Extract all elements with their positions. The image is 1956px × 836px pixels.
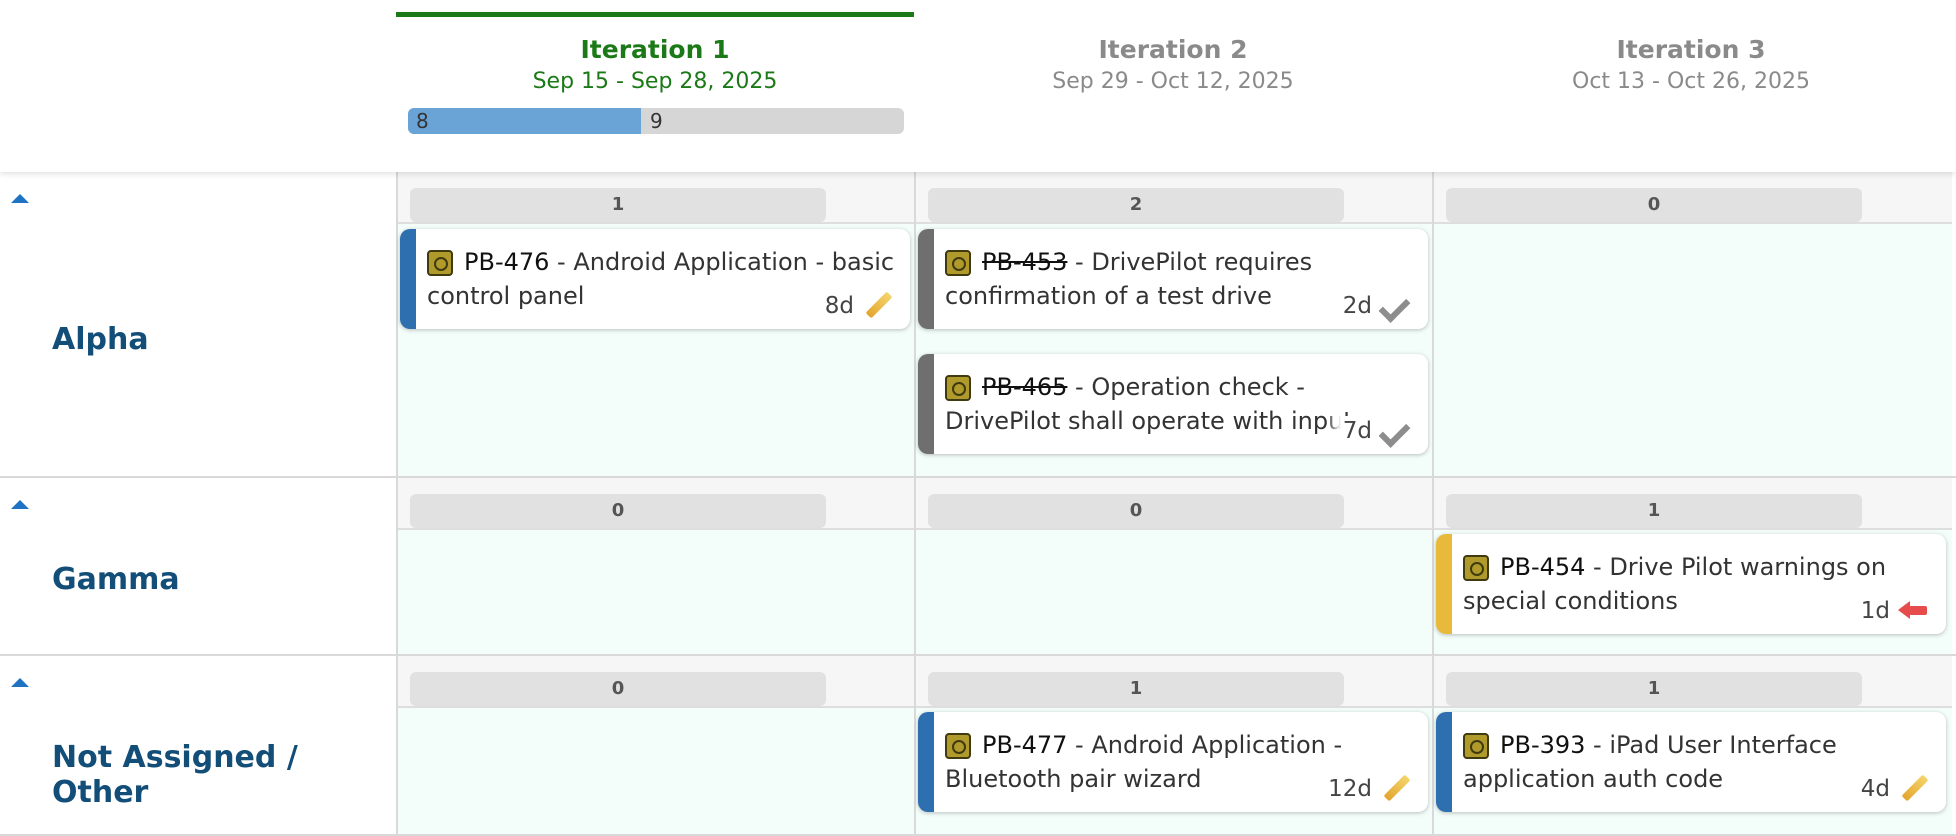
iteration-1-column-header[interactable]: Iteration 1 Sep 15 - Sep 28, 2025 8 9 — [396, 0, 914, 172]
backlog-item-card[interactable]: PB-465 - Operation check - DrivePilot sha… — [918, 354, 1428, 454]
estimate: 12d — [1328, 776, 1372, 802]
backlog-item-card[interactable]: PB-453 - DrivePilot requires confirmation… — [918, 229, 1428, 329]
estimate: 4d — [1860, 776, 1890, 802]
iteration-title: Iteration 1 — [580, 35, 730, 64]
check-icon — [1380, 416, 1410, 446]
progress-remaining-count: 9 — [650, 109, 663, 133]
lane-gamma: Gamma 0 0 1 PB-454 - Drive Pilot warning… — [0, 478, 1956, 656]
pencil-icon — [1380, 774, 1410, 804]
iteration-3-column-header[interactable]: Iteration 3 Oct 13 - Oct 26, 2025 — [1432, 0, 1950, 172]
item-title-line-1: - DrivePilot requires — [1067, 248, 1313, 276]
card-meta: 12d — [1312, 774, 1410, 804]
item-count-badge: 0 — [1446, 188, 1862, 222]
collapse-arrow-icon[interactable] — [11, 678, 29, 687]
check-icon — [1380, 291, 1410, 321]
estimate: 8d — [824, 293, 854, 319]
count-bar: 1 — [916, 656, 1432, 708]
lane-cell-iteration-1[interactable]: 0 — [396, 656, 914, 834]
card-meta: 1d — [1844, 596, 1928, 626]
pencil-icon — [862, 291, 892, 321]
item-key[interactable]: PB-454 — [1500, 553, 1585, 581]
active-iteration-indicator — [396, 12, 914, 17]
item-count-badge: 1 — [928, 672, 1344, 706]
lane-cell-iteration-3[interactable]: 0 — [1432, 172, 1952, 476]
iteration-title: Iteration 2 — [1098, 35, 1248, 64]
item-key[interactable]: PB-477 — [982, 731, 1067, 759]
lane-name: Gamma — [52, 562, 180, 597]
iteration-progress-bar: 8 9 — [408, 108, 904, 134]
count-bar: 0 — [1434, 172, 1952, 224]
lane-header: Alpha — [0, 172, 396, 476]
item-count-badge: 0 — [410, 494, 826, 528]
item-count-badge: 2 — [928, 188, 1344, 222]
card-meta: 7d — [1326, 416, 1410, 446]
item-count-badge: 0 — [410, 672, 826, 706]
item-count-badge: 1 — [1446, 672, 1862, 706]
arrow-left-icon — [1898, 596, 1928, 626]
iteration-header: Iteration 1 Sep 15 - Sep 28, 2025 8 9 It… — [0, 0, 1956, 172]
lane-cell-iteration-3[interactable]: 1 PB-393 - iPad User Interface applicatio… — [1432, 656, 1952, 834]
card-type-stripe — [400, 229, 416, 329]
item-title-line-1: - Android Application - — [1067, 731, 1343, 759]
lane-name: Alpha — [52, 322, 149, 357]
item-key[interactable]: PB-393 — [1500, 731, 1585, 759]
lane-header: Not Assigned / Other — [0, 656, 396, 834]
collapse-arrow-icon[interactable] — [11, 500, 29, 509]
item-title-line-1: - Operation check - — [1067, 373, 1305, 401]
lane-not-assigned-other: Not Assigned / Other 0 1 PB-477 - Androi… — [0, 656, 1956, 836]
backlog-item-card[interactable]: PB-393 - iPad User Interface application … — [1436, 712, 1946, 812]
lane-cell-iteration-3[interactable]: 1 PB-454 - Drive Pilot warnings on specia… — [1432, 478, 1952, 654]
planning-board: Alpha 1 PB-476 - Android Application - b… — [0, 172, 1956, 836]
iteration-dates: Sep 15 - Sep 28, 2025 — [532, 69, 778, 94]
iteration-dates: Oct 13 - Oct 26, 2025 — [1572, 69, 1810, 94]
card-meta: 8d — [808, 291, 892, 321]
lane-name: Not Assigned / Other — [52, 740, 298, 810]
iteration-2-column-header[interactable]: Iteration 2 Sep 29 - Oct 12, 2025 — [914, 0, 1432, 172]
card-type-stripe — [918, 354, 934, 454]
item-count-badge: 1 — [410, 188, 826, 222]
count-bar: 1 — [398, 172, 914, 224]
count-bar: 0 — [398, 478, 914, 530]
count-bar: 2 — [916, 172, 1432, 224]
item-key[interactable]: PB-465 — [982, 373, 1067, 401]
count-bar: 0 — [916, 478, 1432, 530]
progress-done-fill — [408, 108, 642, 134]
backlog-item-card[interactable]: PB-476 - Android Application - basic cont… — [400, 229, 910, 329]
iteration-dates: Sep 29 - Oct 12, 2025 — [1052, 69, 1294, 94]
item-key[interactable]: PB-453 — [982, 248, 1067, 276]
card-type-stripe — [1436, 534, 1452, 634]
estimate: 7d — [1342, 418, 1372, 444]
backlog-item-card[interactable]: PB-454 - Drive Pilot warnings on special … — [1436, 534, 1946, 634]
item-title-line-1: - iPad User Interface — [1585, 731, 1837, 759]
backlog-item-card[interactable]: PB-477 - Android Application - Bluetooth … — [918, 712, 1428, 812]
lane-header: Gamma — [0, 478, 396, 654]
count-bar: 1 — [1434, 656, 1952, 708]
item-title-line-1: - Drive Pilot warnings on — [1585, 553, 1887, 581]
estimate: 2d — [1342, 293, 1372, 319]
lane-cell-iteration-2[interactable]: 1 PB-477 - Android Application - Bluetoot… — [914, 656, 1432, 834]
item-count-badge: 1 — [1446, 494, 1862, 528]
progress-done-count: 8 — [416, 109, 429, 133]
item-count-badge: 0 — [928, 494, 1344, 528]
card-type-stripe — [918, 229, 934, 329]
iteration-title: Iteration 3 — [1616, 35, 1766, 64]
lane-cell-iteration-2[interactable]: 0 — [914, 478, 1432, 654]
item-key[interactable]: PB-476 — [464, 248, 549, 276]
count-bar: 0 — [398, 656, 914, 708]
item-title-line-1: - Android Application - basic — [549, 248, 895, 276]
collapse-arrow-icon[interactable] — [11, 194, 29, 203]
lane-cell-iteration-1[interactable]: 0 — [396, 478, 914, 654]
card-type-stripe — [918, 712, 934, 812]
card-meta: 2d — [1326, 291, 1410, 321]
card-meta: 4d — [1844, 774, 1928, 804]
lane-cell-iteration-2[interactable]: 2 PB-453 - DrivePilot requires confirmati… — [914, 172, 1432, 476]
estimate: 1d — [1860, 598, 1890, 624]
lane-alpha: Alpha 1 PB-476 - Android Application - b… — [0, 172, 1956, 478]
card-type-stripe — [1436, 712, 1452, 812]
count-bar: 1 — [1434, 478, 1952, 530]
lane-cell-iteration-1[interactable]: 1 PB-476 - Android Application - basic co… — [396, 172, 914, 476]
pencil-icon — [1898, 774, 1928, 804]
